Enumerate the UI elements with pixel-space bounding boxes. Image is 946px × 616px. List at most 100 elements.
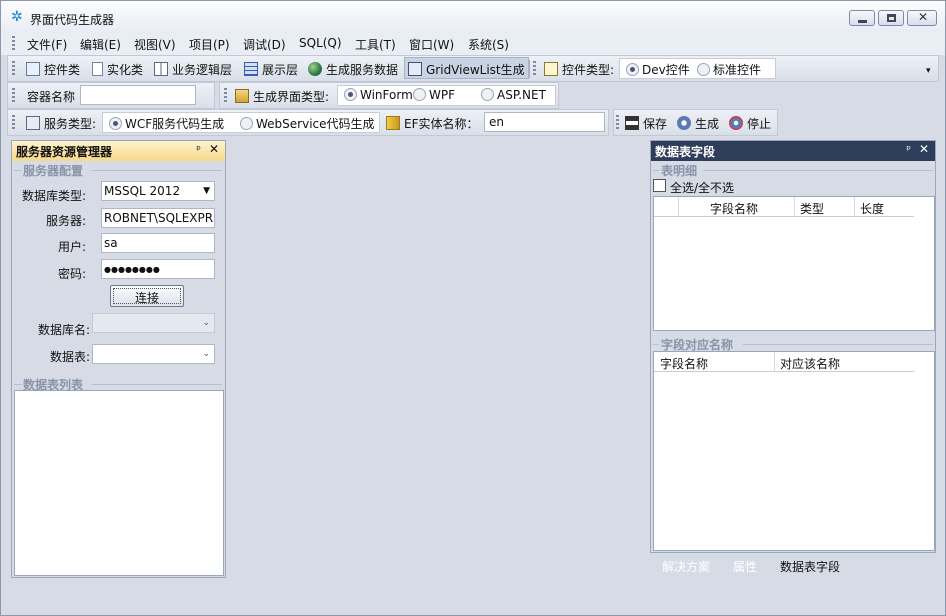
radio-checked-icon (626, 63, 639, 76)
group-divider (92, 170, 222, 171)
detail-grid[interactable]: 字段名称 类型 长度 (653, 196, 935, 331)
toolbar-grip[interactable] (616, 115, 619, 131)
radio-unchecked-icon (240, 117, 253, 130)
coins-icon (386, 116, 400, 130)
gear-icon: ✲ (11, 9, 23, 25)
minimize-button[interactable] (849, 10, 875, 26)
server-explorer-panel: 服务器资源管理器 ᵖ ✕ 服务器配置 数据库类型: MSSQL 2012 ▼ 服… (11, 140, 226, 578)
radio-winform[interactable]: WinForm (344, 88, 413, 102)
grid-icon (244, 62, 258, 76)
service-type-group: WCF服务代码生成 WebService代码生成 (102, 112, 380, 133)
radio-dev-controls[interactable]: Dev控件 (626, 61, 690, 78)
generate-button[interactable]: 生成 (677, 115, 719, 132)
container-name-input[interactable] (80, 85, 196, 105)
status-bar (1, 605, 945, 615)
tab-table-fields[interactable]: 数据表字段 (769, 554, 851, 576)
grid-view-icon (408, 62, 422, 76)
column-divider (854, 197, 855, 217)
main-window: ✲ 界面代码生成器 ✕ 文件(F) 编辑(E) 视图(V) 项目(P) 调试(D… (0, 0, 946, 616)
title-bar: ✲ 界面代码生成器 ✕ (1, 1, 945, 33)
column-header-type[interactable]: 类型 (800, 200, 824, 217)
db-name-label: 数据库名: (37, 323, 90, 337)
db-name-select[interactable]: ⌄ (92, 313, 215, 333)
toolbar-grip[interactable] (12, 61, 15, 77)
control-class-button[interactable]: 控件类 (26, 61, 80, 78)
menu-system[interactable]: 系统(S) (468, 36, 509, 53)
column-header-field-name[interactable]: 字段名称 (710, 200, 758, 217)
db-type-value: MSSQL 2012 (104, 184, 181, 198)
menu-tools[interactable]: 工具(T) (355, 36, 396, 53)
container-name-label: 容器名称 (27, 90, 76, 104)
minimize-icon (858, 20, 867, 23)
radio-standard-controls[interactable]: 标准控件 (697, 61, 761, 78)
close-button[interactable]: ✕ (907, 10, 937, 26)
group-divider (14, 170, 22, 171)
tab-solution[interactable]: 解决方案 (651, 554, 721, 576)
server-input[interactable]: ROBNET\SQLEXPRESS (101, 208, 215, 228)
radio-winform-label: WinForm (360, 88, 413, 102)
menu-debug[interactable]: 调试(D) (243, 36, 286, 53)
column-header-length[interactable]: 长度 (860, 200, 884, 217)
save-button[interactable]: 保存 (625, 115, 667, 132)
column-header-mapped-name[interactable]: 对应该名称 (780, 355, 840, 372)
table-select[interactable]: ⌄ (92, 344, 215, 364)
pin-icon[interactable]: ᵖ (906, 143, 911, 156)
presentation-button[interactable]: 展示层 (244, 61, 298, 78)
service-type-text: 服务类型: (44, 117, 97, 131)
service-icon (26, 116, 40, 130)
table-list-box[interactable] (14, 390, 224, 576)
connect-button[interactable]: 连接 (110, 285, 184, 307)
table-fields-header: 数据表字段 ᵖ ✕ (651, 141, 935, 161)
db-type-select[interactable]: MSSQL 2012 ▼ (101, 181, 215, 201)
maximize-button[interactable] (878, 10, 904, 26)
ui-type-text: 生成界面类型: (253, 90, 330, 104)
column-header-field-name[interactable]: 字段名称 (660, 355, 708, 372)
user-input[interactable]: sa (101, 233, 215, 253)
group-divider (653, 170, 659, 171)
book-icon (154, 62, 168, 76)
menu-project[interactable]: 项目(P) (189, 36, 230, 53)
gears-icon (677, 116, 691, 130)
gridviewlist-button[interactable]: GridViewList生成 (404, 57, 529, 79)
control-type-group: Dev控件 标准控件 (619, 58, 776, 79)
close-icon[interactable]: ✕ (919, 142, 929, 156)
pin-icon[interactable]: ᵖ (196, 143, 201, 156)
select-all-checkbox[interactable] (653, 179, 666, 192)
menu-window[interactable]: 窗口(W) (409, 36, 454, 53)
form-icon (26, 62, 40, 76)
close-icon[interactable]: ✕ (209, 142, 219, 156)
ef-entity-input[interactable]: en (484, 112, 605, 132)
ui-type-label: 生成界面类型: (235, 88, 329, 105)
password-input[interactable]: ●●●●●●●● (101, 259, 215, 279)
radio-webservice[interactable]: WebService代码生成 (240, 115, 375, 132)
toolbar-grip[interactable] (224, 88, 227, 104)
toolbar-grip[interactable] (12, 115, 15, 131)
radio-webservice-label: WebService代码生成 (256, 117, 375, 131)
menu-grip[interactable] (12, 36, 15, 52)
toolbar-grip[interactable] (533, 61, 536, 77)
toolbar-grip[interactable] (12, 88, 15, 104)
menu-edit[interactable]: 编辑(E) (80, 36, 121, 53)
select-all-label[interactable]: 全选/全不选 (670, 179, 734, 196)
menu-file[interactable]: 文件(F) (27, 36, 67, 53)
container-toolbar: 容器名称 (7, 82, 215, 109)
group-divider (653, 344, 659, 345)
menu-sql[interactable]: SQL(Q) (299, 36, 342, 50)
radio-wpf[interactable]: WPF (413, 88, 455, 102)
mapping-grid[interactable]: 字段名称 对应该名称 (653, 351, 935, 551)
toolbar-overflow-icon[interactable]: ▾ (926, 66, 931, 76)
radio-wcf[interactable]: WCF服务代码生成 (109, 115, 224, 132)
column-divider (794, 197, 795, 217)
document-icon (92, 62, 103, 76)
menu-view[interactable]: 视图(V) (134, 36, 176, 53)
generate-service-data-button[interactable]: 生成服务数据 (308, 61, 398, 78)
group-divider (703, 170, 933, 171)
tab-properties[interactable]: 属性 (723, 554, 767, 576)
stop-label: 停止 (747, 117, 772, 131)
business-logic-button[interactable]: 业务逻辑层 (154, 61, 232, 78)
stop-button[interactable]: 停止 (729, 115, 771, 132)
entity-class-button[interactable]: 实化类 (92, 61, 143, 78)
detail-title: 表明细 (661, 164, 698, 178)
db-type-label: 数据库类型: (21, 189, 86, 203)
radio-aspnet[interactable]: ASP.NET (481, 88, 546, 102)
